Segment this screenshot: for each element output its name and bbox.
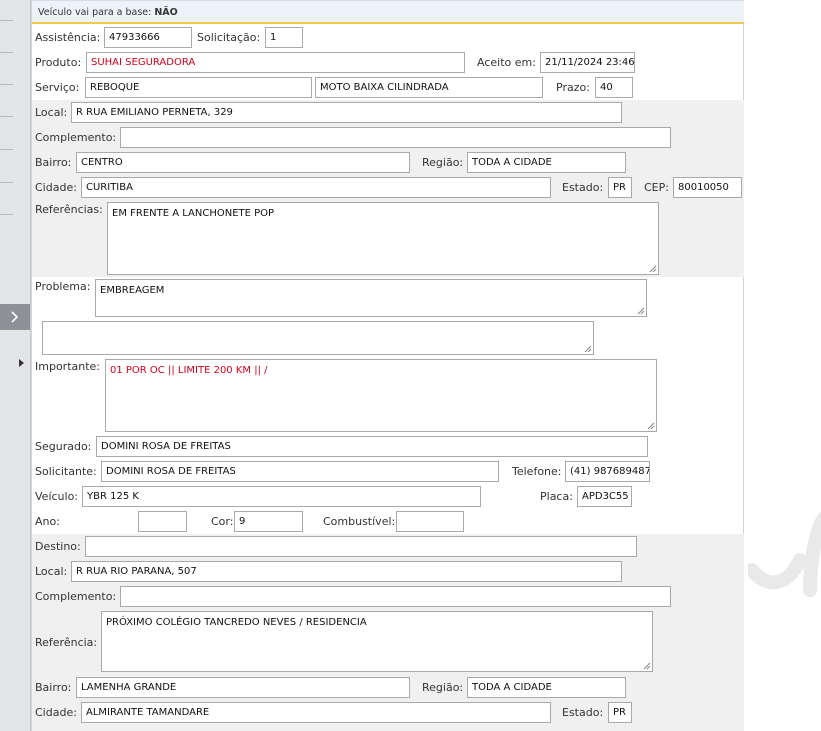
assistencia-label: Assistência: <box>35 31 101 44</box>
prazo-label: Prazo: <box>556 81 590 94</box>
segurado-label: Segurado: <box>35 440 92 453</box>
cidade-label: Cidade: <box>35 181 77 194</box>
placa-label: Placa: <box>540 490 573 503</box>
destino-regiao-label: Região: <box>422 681 464 694</box>
bairro-label: Bairro: <box>35 156 72 169</box>
problema-text: EMBREAGEM <box>100 285 165 296</box>
destino-label: Destino: <box>35 540 81 553</box>
aceito-label: Aceito em: <box>477 56 536 69</box>
combustivel-label: Combustível: <box>323 515 396 528</box>
sidebar-divider <box>0 20 13 21</box>
destino-referencia-text: PRÓXIMO COLÉGIO TANCREDO NEVES / RESIDEN… <box>106 617 367 628</box>
estado-field[interactable]: PR <box>608 177 632 198</box>
telefone-label: Telefone: <box>512 465 562 478</box>
destino-estado-label: Estado: <box>562 706 604 719</box>
local-field[interactable]: R RUA EMILIANO PERNETA, 329 <box>71 102 622 123</box>
segurado-field[interactable]: DOMINI ROSA DE FREITAS <box>96 436 648 457</box>
regiao-label: Região: <box>422 156 464 169</box>
veiculo-field[interactable]: YBR 125 K <box>82 486 481 507</box>
servico-field[interactable]: REBOQUE <box>85 77 312 98</box>
solicitante-field[interactable]: DOMINI ROSA DE FREITAS <box>101 461 499 482</box>
destino-complemento-field[interactable] <box>120 586 671 607</box>
sidebar-divider <box>0 214 13 215</box>
placa-field[interactable]: APD3C55 <box>577 486 632 507</box>
cep-field[interactable]: 80010050 <box>673 177 742 198</box>
sidebar-divider <box>0 182 13 183</box>
resize-grip-icon[interactable] <box>584 345 592 353</box>
prazo-field[interactable]: 40 <box>595 77 633 98</box>
bairro-field[interactable]: CENTRO <box>76 152 410 173</box>
sidebar-divider <box>0 84 13 85</box>
referencias-label: Referências: <box>35 203 103 216</box>
resize-grip-icon[interactable] <box>643 662 651 670</box>
destino-bairro-field[interactable]: LAMENHA GRANDE <box>76 677 410 698</box>
watermark-graphic <box>748 511 821 597</box>
importante-textarea[interactable]: 01 POR OC || LIMITE 200 KM || / <box>105 359 657 432</box>
destino-referencia-label: Referência: <box>35 636 98 649</box>
servico-tipo-field[interactable]: MOTO BAIXA CILINDRADA <box>315 77 543 98</box>
destino-bairro-label: Bairro: <box>35 681 72 694</box>
regiao-field[interactable]: TODA A CIDADE <box>467 152 626 173</box>
destino-referencia-textarea[interactable]: PRÓXIMO COLÉGIO TANCREDO NEVES / RESIDEN… <box>101 611 653 672</box>
solicitacao-label: Solicitação: <box>197 31 261 44</box>
destino-field[interactable] <box>85 536 637 557</box>
ano-field[interactable] <box>138 511 187 532</box>
estado-label: Estado: <box>562 181 604 194</box>
base-banner-text: Veículo vai para a base: NÃO <box>38 7 178 18</box>
local-label: Local: <box>35 106 68 119</box>
cep-label: CEP: <box>644 181 669 194</box>
produto-field[interactable]: SUHAI SEGURADORA <box>86 52 465 73</box>
solicitante-label: Solicitante: <box>35 465 97 478</box>
cor-field[interactable]: 9 <box>234 511 303 532</box>
destino-local-label: Local: <box>35 565 68 578</box>
combustivel-field[interactable] <box>396 511 464 532</box>
resize-grip-icon[interactable] <box>637 307 645 315</box>
triangle-right-icon <box>19 359 24 367</box>
referencias-textarea[interactable]: EM FRENTE A LANCHONETE POP <box>107 202 659 275</box>
destino-regiao-field[interactable]: TODA A CIDADE <box>467 677 626 698</box>
assistencia-field[interactable]: 47933666 <box>104 27 192 48</box>
service-form: Veículo vai para a base: NÃO Assistência:… <box>31 0 744 731</box>
importante-label: Importante: <box>35 360 101 373</box>
destino-estado-field[interactable]: PR <box>608 702 632 723</box>
base-banner: Veículo vai para a base: NÃO <box>32 0 744 24</box>
expand-panel-button[interactable] <box>0 304 30 330</box>
destino-cidade-label: Cidade: <box>35 706 77 719</box>
problema-label: Problema: <box>35 280 91 293</box>
resize-grip-icon[interactable] <box>649 265 657 273</box>
sidebar-divider <box>0 52 13 53</box>
resize-grip-icon[interactable] <box>647 422 655 430</box>
sidebar-divider <box>0 149 13 150</box>
importante-text: 01 POR OC || LIMITE 200 KM || / <box>110 365 268 376</box>
produto-label: Produto: <box>35 56 82 69</box>
solicitacao-field[interactable]: 1 <box>265 27 303 48</box>
referencias-text: EM FRENTE A LANCHONETE POP <box>112 208 275 219</box>
ano-label: Ano: <box>35 515 60 528</box>
complemento-field[interactable] <box>120 127 671 148</box>
destino-complemento-label: Complemento: <box>35 590 117 603</box>
cidade-field[interactable]: CURITIBA <box>81 177 551 198</box>
veiculo-label: Veículo: <box>35 490 79 503</box>
problema-textarea[interactable]: EMBREAGEM <box>95 279 647 317</box>
complemento-label: Complemento: <box>35 131 117 144</box>
sidebar-divider <box>0 116 13 117</box>
destino-local-field[interactable]: R RUA RIO PARANA, 507 <box>71 561 622 582</box>
destino-cidade-field[interactable]: ALMIRANTE TAMANDARE <box>81 702 551 723</box>
servico-label: Serviço: <box>35 81 80 94</box>
left-sidebar <box>0 0 31 731</box>
problema-extra-textarea[interactable] <box>42 321 594 355</box>
aceito-field[interactable]: 21/11/2024 23:46 <box>540 52 635 73</box>
chevron-right-icon <box>11 311 19 323</box>
telefone-field[interactable]: (41) 987689487 <box>565 461 650 482</box>
cor-label: Cor: <box>211 515 234 528</box>
